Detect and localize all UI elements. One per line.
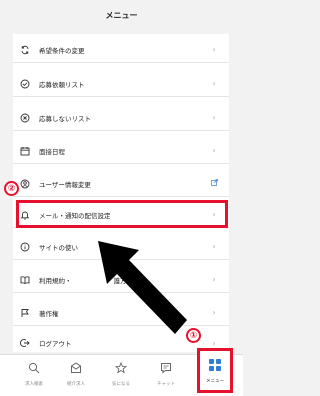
callout-2: ② (4, 181, 19, 196)
page-title: メニュー (105, 10, 138, 20)
chevron-right-icon: › (212, 146, 216, 155)
tab-job-search[interactable]: 求人検索 (14, 359, 54, 393)
menu-item-user-info[interactable]: ユーザー情報変更 (13, 171, 229, 197)
tab-label: チャット (157, 382, 175, 387)
menu-item-preferences[interactable]: 希望条件の変更 › (13, 37, 229, 63)
menu-item-label: 応募依頼リスト (39, 80, 85, 89)
chat-icon (160, 359, 172, 378)
tab-introduced-jobs[interactable]: 紹介求人 (56, 359, 96, 393)
menu-item-interview-schedule[interactable]: 面接日程 › (13, 138, 229, 164)
tab-label: メニュー (206, 379, 224, 384)
chevron-right-icon: › (212, 242, 216, 251)
check-circle-icon (19, 78, 31, 90)
menu-item-label: 希望条件の変更 (39, 46, 85, 55)
chevron-right-icon: › (212, 275, 216, 284)
menu-item-not-applying[interactable]: 応募しないリスト › (13, 105, 229, 131)
flag-icon (19, 307, 31, 319)
calendar-icon (19, 145, 31, 157)
chevron-right-icon: › (212, 45, 216, 54)
grid-icon (208, 357, 222, 376)
tab-label: 紹介求人 (67, 382, 85, 387)
chevron-right-icon: › (212, 338, 216, 348)
chevron-right-icon: › (212, 113, 216, 122)
sync-icon (19, 44, 31, 56)
tab-chat[interactable]: チャット (146, 359, 186, 393)
header: メニュー (0, 0, 243, 30)
pointer-arrow-icon (98, 241, 187, 334)
highlight-box-notification-settings (16, 200, 228, 228)
star-icon (114, 359, 128, 378)
user-circle-icon (19, 178, 31, 190)
tab-label: 求人検索 (25, 382, 43, 387)
menu-item-label: 面接日程 (39, 147, 65, 156)
search-icon (28, 359, 40, 378)
chevron-right-icon: › (212, 308, 216, 317)
chevron-right-icon: › (212, 79, 216, 88)
external-link-icon (209, 179, 219, 188)
info-icon (19, 241, 31, 253)
mail-icon (70, 359, 82, 378)
menu-item-label: ユーザー情報変更 (39, 180, 91, 189)
logout-icon (19, 337, 31, 349)
menu-item-label: 応募しないリスト (39, 114, 91, 123)
book-icon (19, 274, 31, 286)
tab-label: 気になる (112, 382, 130, 387)
tab-menu[interactable]: メニュー (197, 348, 233, 393)
menu-item-application-requests[interactable]: 応募依頼リスト › (13, 71, 229, 97)
x-circle-icon (19, 112, 31, 124)
tab-favorites[interactable]: 気になる (101, 359, 141, 393)
